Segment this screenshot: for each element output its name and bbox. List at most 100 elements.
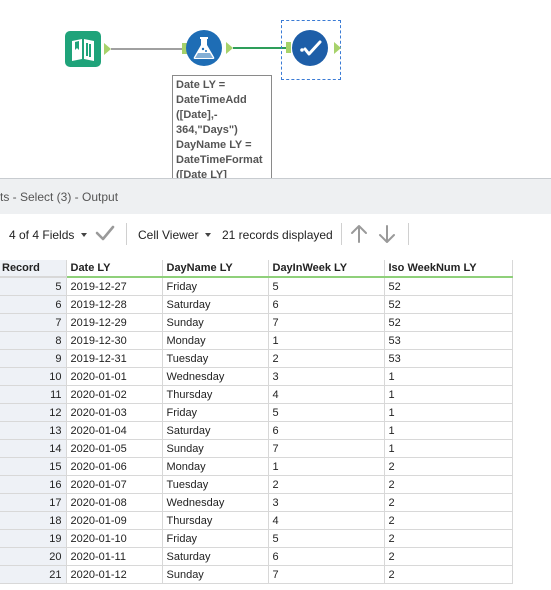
table-row[interactable]: 5 2019-12-27 Friday 5 52 (0, 277, 513, 296)
record-number[interactable]: 18 (0, 511, 67, 530)
table-cell[interactable]: 2020-01-12 (66, 565, 163, 584)
record-number[interactable]: 20 (0, 547, 67, 566)
output-anchor[interactable] (104, 43, 111, 55)
table-cell[interactable]: 5 (268, 403, 385, 422)
table-row[interactable]: 9 2019-12-31 Tuesday 2 53 (0, 349, 513, 368)
table-cell[interactable]: 2019-12-29 (66, 313, 163, 332)
table-cell[interactable]: 2020-01-02 (66, 385, 163, 404)
table-row[interactable]: 10 2020-01-01 Wednesday 3 1 (0, 367, 513, 386)
table-row[interactable]: 12 2020-01-03 Friday 5 1 (0, 403, 513, 422)
column-header-date-ly[interactable]: Date LY (66, 260, 163, 278)
table-row[interactable]: 11 2020-01-02 Thursday 4 1 (0, 385, 513, 404)
table-cell[interactable]: Sunday (162, 439, 269, 458)
record-number[interactable]: 8 (0, 331, 67, 350)
table-cell[interactable]: Saturday (162, 547, 269, 566)
table-row[interactable]: 21 2020-01-12 Sunday 7 2 (0, 565, 513, 584)
formula-tool[interactable] (185, 29, 223, 67)
table-cell[interactable]: 2020-01-04 (66, 421, 163, 440)
table-cell[interactable]: 1 (384, 385, 513, 404)
table-cell[interactable]: 6 (268, 547, 385, 566)
table-cell[interactable]: 2019-12-31 (66, 349, 163, 368)
workflow-canvas[interactable]: Date LY = DateTimeAdd ([Date],- 364,"Day… (0, 0, 551, 178)
table-cell[interactable]: 1 (384, 403, 513, 422)
record-number[interactable]: 19 (0, 529, 67, 548)
table-cell[interactable]: 53 (384, 331, 513, 350)
table-cell[interactable]: 5 (268, 529, 385, 548)
table-cell[interactable]: 4 (268, 385, 385, 404)
table-cell[interactable]: 1 (268, 331, 385, 350)
table-cell[interactable]: 3 (268, 367, 385, 386)
record-number[interactable]: 21 (0, 565, 67, 584)
table-cell[interactable]: Monday (162, 457, 269, 476)
record-number[interactable]: 9 (0, 349, 67, 368)
table-cell[interactable]: 2020-01-10 (66, 529, 163, 548)
column-header-dayinweek-ly[interactable]: DayInWeek LY (268, 260, 385, 278)
table-row[interactable]: 7 2019-12-29 Sunday 7 52 (0, 313, 513, 332)
table-cell[interactable]: 2020-01-01 (66, 367, 163, 386)
table-row[interactable]: 8 2019-12-30 Monday 1 53 (0, 331, 513, 350)
record-number[interactable]: 15 (0, 457, 67, 476)
column-header-iso-weeknum-ly[interactable]: Iso WeekNum LY (384, 260, 513, 278)
table-cell[interactable]: Friday (162, 277, 269, 296)
table-cell[interactable]: 2020-01-11 (66, 547, 163, 566)
table-cell[interactable]: Sunday (162, 313, 269, 332)
table-cell[interactable]: Wednesday (162, 367, 269, 386)
output-anchor[interactable] (334, 42, 341, 54)
table-cell[interactable]: 2 (384, 565, 513, 584)
table-row[interactable]: 15 2020-01-06 Monday 1 2 (0, 457, 513, 476)
table-cell[interactable]: 3 (268, 493, 385, 512)
table-cell[interactable]: 2020-01-05 (66, 439, 163, 458)
table-cell[interactable]: 1 (384, 367, 513, 386)
input-data-tool[interactable] (64, 30, 102, 68)
table-cell[interactable]: 2020-01-06 (66, 457, 163, 476)
table-row[interactable]: 13 2020-01-04 Saturday 6 1 (0, 421, 513, 440)
scroll-up-button[interactable] (350, 224, 368, 247)
record-number[interactable]: 5 (0, 277, 67, 296)
table-cell[interactable]: 53 (384, 349, 513, 368)
output-anchor[interactable] (226, 42, 233, 54)
apply-button[interactable] (95, 224, 115, 245)
record-number[interactable]: 7 (0, 313, 67, 332)
cell-viewer-dropdown[interactable]: Cell Viewer (138, 228, 212, 242)
record-number[interactable]: 10 (0, 367, 67, 386)
column-header-dayname-ly[interactable]: DayName LY (162, 260, 269, 278)
table-cell[interactable]: Tuesday (162, 349, 269, 368)
record-number[interactable]: 17 (0, 493, 67, 512)
table-row[interactable]: 16 2020-01-07 Tuesday 2 2 (0, 475, 513, 494)
table-row[interactable]: 18 2020-01-09 Thursday 4 2 (0, 511, 513, 530)
table-row[interactable]: 14 2020-01-05 Sunday 7 1 (0, 439, 513, 458)
record-number[interactable]: 14 (0, 439, 67, 458)
fields-dropdown[interactable]: 4 of 4 Fields (9, 228, 88, 242)
record-number[interactable]: 6 (0, 295, 67, 314)
table-cell[interactable]: 2 (384, 493, 513, 512)
table-cell[interactable]: Thursday (162, 511, 269, 530)
table-row[interactable]: 17 2020-01-08 Wednesday 3 2 (0, 493, 513, 512)
table-cell[interactable]: 4 (268, 511, 385, 530)
table-row[interactable]: 19 2020-01-10 Friday 5 2 (0, 529, 513, 548)
table-cell[interactable]: 52 (384, 295, 513, 314)
record-number[interactable]: 12 (0, 403, 67, 422)
table-cell[interactable]: 2020-01-09 (66, 511, 163, 530)
scroll-down-button[interactable] (378, 224, 396, 247)
table-cell[interactable]: Sunday (162, 565, 269, 584)
table-cell[interactable]: 2 (268, 349, 385, 368)
select-tool[interactable] (291, 29, 329, 67)
table-cell[interactable]: Friday (162, 403, 269, 422)
table-cell[interactable]: Wednesday (162, 493, 269, 512)
table-cell[interactable]: Thursday (162, 385, 269, 404)
table-cell[interactable]: 2 (384, 511, 513, 530)
table-cell[interactable]: 1 (268, 457, 385, 476)
table-cell[interactable]: 7 (268, 565, 385, 584)
table-cell[interactable]: 2 (384, 547, 513, 566)
table-cell[interactable]: 2 (384, 457, 513, 476)
record-number[interactable]: 16 (0, 475, 67, 494)
table-cell[interactable]: 5 (268, 277, 385, 296)
record-number[interactable]: 13 (0, 421, 67, 440)
table-cell[interactable]: 2019-12-27 (66, 277, 163, 296)
table-cell[interactable]: 2 (268, 475, 385, 494)
table-cell[interactable]: 7 (268, 439, 385, 458)
table-cell[interactable]: 1 (384, 421, 513, 440)
table-cell[interactable]: 7 (268, 313, 385, 332)
table-cell[interactable]: 52 (384, 277, 513, 296)
column-header-record[interactable]: Record (0, 260, 67, 278)
